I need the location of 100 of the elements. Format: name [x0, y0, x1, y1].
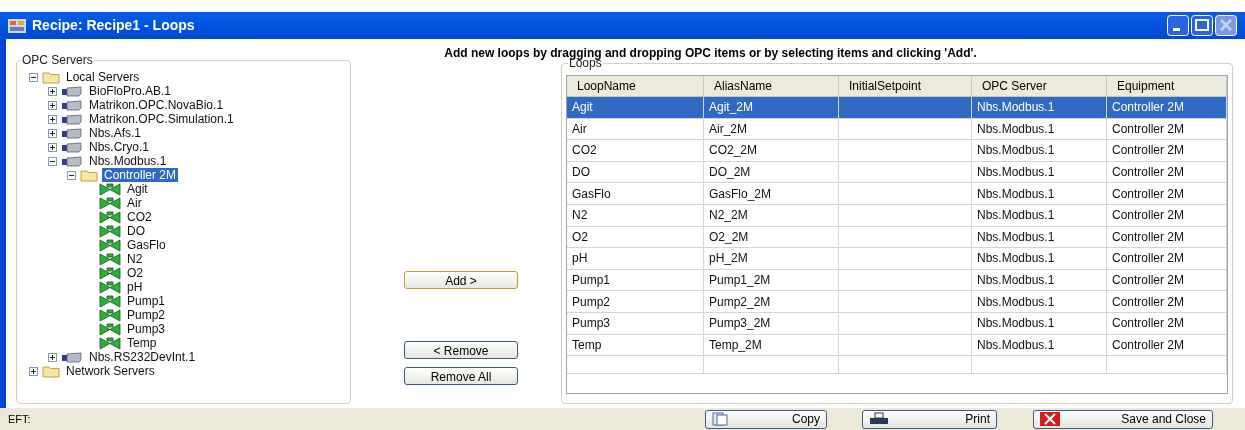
- tree-item[interactable]: Network Servers: [64, 364, 157, 378]
- table-row[interactable]: Temp Temp_2M Nbs.Modbus.1 Controller 2M: [567, 334, 1227, 357]
- close-icon[interactable]: [1215, 15, 1237, 36]
- table-cell-text: Pump2: [572, 293, 611, 311]
- tree-item[interactable]: N2: [125, 252, 145, 266]
- table-row[interactable]: Air Air_2M Nbs.Modbus.1 Controller 2M: [567, 118, 1227, 141]
- add-button[interactable]: Add >: [404, 271, 518, 289]
- table-row[interactable]: N2 N2_2M Nbs.Modbus.1 Controller 2M: [567, 204, 1227, 227]
- table-row[interactable]: DO DO_2M Nbs.Modbus.1 Controller 2M: [567, 161, 1227, 184]
- tree-item[interactable]: O2: [125, 266, 145, 280]
- table-row[interactable]: Pump2 Pump2_2M Nbs.Modbus.1 Controller 2M: [567, 291, 1227, 313]
- tree-item[interactable]: Pump2: [125, 308, 168, 322]
- printer-icon: [869, 412, 889, 426]
- valve-icon: [99, 182, 121, 196]
- table-cell-text: CO2: [572, 142, 597, 160]
- expand-icon[interactable]: [48, 114, 57, 124]
- column-header[interactable]: LoopName: [567, 76, 704, 96]
- table-cell-text: Nbs.Modbus.1: [977, 99, 1055, 117]
- table-row[interactable]: Agit Agit_2M Nbs.Modbus.1 Controller 2M: [567, 97, 1227, 119]
- tree-item[interactable]: pH: [125, 280, 145, 294]
- server-icon: [61, 141, 83, 153]
- tree-item[interactable]: BioFloPro.AB.1: [87, 84, 174, 98]
- column-header[interactable]: InitialSetpoint: [839, 76, 972, 96]
- column-header[interactable]: Equipment: [1107, 76, 1227, 96]
- server-icon: [61, 85, 83, 97]
- valve-icon: [99, 196, 121, 210]
- folder-icon: [42, 364, 60, 378]
- table-row[interactable]: O2 O2_2M Nbs.Modbus.1 Controller 2M: [567, 226, 1227, 249]
- remove-button[interactable]: < Remove: [404, 341, 518, 359]
- collapse-icon[interactable]: [29, 72, 38, 82]
- table-row[interactable]: Pump1 Pump1_2M Nbs.Modbus.1 Controller 2M: [567, 269, 1227, 292]
- column-header[interactable]: AliasName: [704, 76, 839, 96]
- folder-icon: [42, 70, 60, 84]
- table-cell-text: Nbs.Modbus.1: [977, 120, 1055, 138]
- tree-item[interactable]: GasFlo: [125, 238, 168, 252]
- valve-icon: [99, 238, 121, 252]
- table-cell-text: Agit: [572, 99, 593, 117]
- table-row[interactable]: CO2 CO2_2M Nbs.Modbus.1 Controller 2M: [567, 140, 1227, 162]
- expand-icon[interactable]: [48, 86, 57, 96]
- table-cell-text: Controller 2M: [1112, 272, 1185, 290]
- table-cell-text: Pump1_2M: [709, 272, 771, 290]
- tree-item[interactable]: Nbs.Cryo.1: [87, 140, 152, 154]
- tree-item[interactable]: Agit: [125, 182, 150, 196]
- tree-item[interactable]: Air: [125, 196, 144, 210]
- status-button[interactable]: Save and Close: [1033, 409, 1213, 429]
- table-cell-text: Controller 2M: [1112, 185, 1185, 203]
- expand-icon[interactable]: [48, 142, 57, 152]
- table-cell-text: pH_2M: [709, 250, 748, 268]
- valve-icon: [99, 336, 121, 350]
- remove-all-button[interactable]: Remove All: [404, 367, 518, 385]
- table-cell-text: Nbs.Modbus.1: [977, 315, 1055, 333]
- collapse-icon[interactable]: [67, 170, 76, 180]
- table-cell-text: Controller 2M: [1112, 250, 1185, 268]
- valve-icon: [99, 210, 121, 224]
- tree-item[interactable]: Nbs.Afs.1: [87, 126, 144, 140]
- table-cell-text: GasFlo: [572, 185, 611, 203]
- table-row[interactable]: GasFlo GasFlo_2M Nbs.Modbus.1 Controller 2M: [567, 183, 1227, 205]
- tree-item[interactable]: Nbs.Modbus.1: [87, 154, 169, 168]
- folder-icon: [80, 168, 98, 182]
- table-cell-text: Nbs.Modbus.1: [977, 185, 1055, 203]
- valve-icon: [99, 266, 121, 280]
- tree-item[interactable]: Nbs.RS232DevInt.1: [87, 350, 198, 364]
- table-cell-text: N2_2M: [709, 207, 748, 225]
- expand-icon[interactable]: [29, 366, 38, 376]
- table-cell-text: O2_2M: [709, 228, 749, 246]
- table-cell-text: Pump3_2M: [709, 315, 771, 333]
- collapse-icon[interactable]: [48, 156, 57, 166]
- table-cell-text: Controller 2M: [1112, 315, 1185, 333]
- table-cell-text: Controller 2M: [1112, 228, 1185, 246]
- table-cell-text: Nbs.Modbus.1: [977, 164, 1055, 182]
- status-button[interactable]: Copy: [705, 409, 827, 429]
- tree-item[interactable]: Matrikon.OPC.NovaBio.1: [87, 98, 226, 112]
- table-cell-text: Controller 2M: [1112, 120, 1185, 138]
- table-row[interactable]: pH pH_2M Nbs.Modbus.1 Controller 2M: [567, 248, 1227, 270]
- tree-item[interactable]: CO2: [125, 210, 154, 224]
- status-button[interactable]: Print: [862, 409, 997, 429]
- column-header[interactable]: OPC Server: [972, 76, 1107, 96]
- document-icon: [712, 412, 730, 426]
- minimize-icon[interactable]: [1167, 15, 1189, 36]
- tree-item[interactable]: Controller 2M: [102, 168, 179, 182]
- valve-icon: [99, 294, 121, 308]
- table-cell-text: Pump1: [572, 272, 611, 290]
- server-icon: [61, 113, 83, 125]
- tree-item[interactable]: Matrikon.OPC.Simulation.1: [87, 112, 236, 126]
- tree-item[interactable]: Pump3: [125, 322, 168, 336]
- expand-icon[interactable]: [48, 352, 57, 362]
- table-cell-text: Pump2_2M: [709, 293, 771, 311]
- tree-item[interactable]: Temp: [125, 336, 159, 350]
- expand-icon[interactable]: [48, 100, 57, 110]
- server-icon: [61, 155, 83, 167]
- expand-icon[interactable]: [48, 128, 57, 138]
- close-icon: [1040, 412, 1060, 426]
- tree-item[interactable]: Pump1: [125, 294, 168, 308]
- tree-item[interactable]: DO: [125, 224, 147, 238]
- table-row[interactable]: Pump3 Pump3_2M Nbs.Modbus.1 Controller 2M: [567, 312, 1227, 335]
- table-cell-text: O2: [572, 228, 588, 246]
- tree-item[interactable]: Local Servers: [64, 70, 142, 84]
- table-cell-text: Nbs.Modbus.1: [977, 272, 1055, 290]
- maximize-icon[interactable]: [1191, 15, 1213, 36]
- table-cell-text: CO2_2M: [709, 142, 758, 160]
